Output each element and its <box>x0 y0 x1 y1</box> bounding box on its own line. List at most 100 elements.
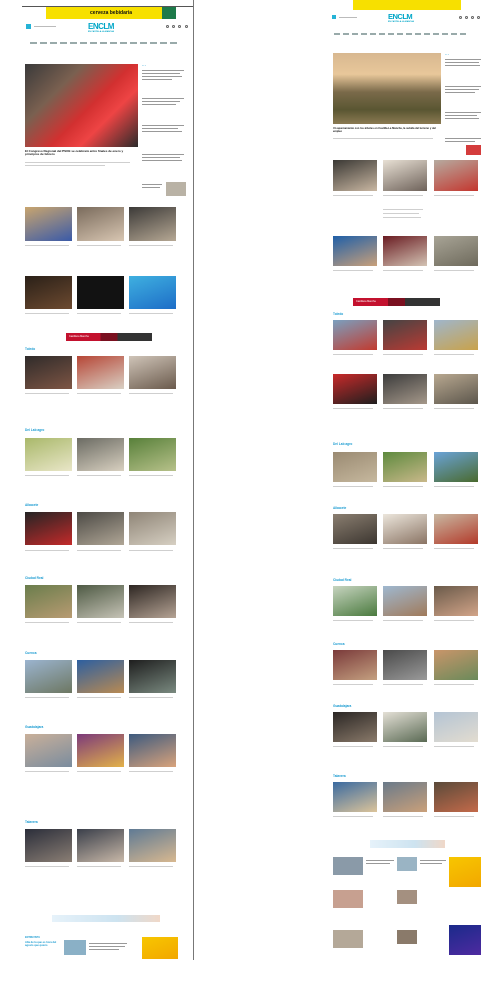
news-thumb[interactable] <box>129 734 176 767</box>
news-title[interactable] <box>383 548 423 549</box>
facebook-icon[interactable] <box>459 16 462 19</box>
news-thumb[interactable] <box>129 660 176 693</box>
promo-banner[interactable]: Castilla-la Mancha <box>66 333 152 341</box>
news-title[interactable] <box>333 195 373 196</box>
news-title[interactable] <box>129 245 173 246</box>
news-thumb[interactable] <box>434 374 478 404</box>
section-title-toledo[interactable]: Toledo <box>333 312 343 316</box>
news-title[interactable] <box>25 771 69 772</box>
news-thumb[interactable] <box>129 356 176 389</box>
instagram-icon[interactable] <box>471 16 474 19</box>
news-title[interactable] <box>383 816 423 817</box>
news-thumb[interactable] <box>77 207 124 241</box>
news-title[interactable] <box>129 550 173 551</box>
news-thumb[interactable] <box>383 320 427 350</box>
instagram-icon[interactable] <box>178 25 181 28</box>
news-thumb[interactable] <box>383 452 427 482</box>
site-logo[interactable]: ENCLM EN CASTILLA-LA MANCHA <box>388 12 414 23</box>
news-thumb[interactable] <box>434 514 478 544</box>
bottom-ad-2[interactable] <box>449 925 481 955</box>
news-title[interactable] <box>77 866 121 867</box>
news-title[interactable] <box>25 475 69 476</box>
bottom-thumb[interactable] <box>333 890 363 908</box>
section-title-albacete[interactable]: Albacete <box>25 503 38 507</box>
news-thumb[interactable] <box>25 660 72 693</box>
side-headline-1[interactable]: ▪ ▪ ▪ <box>445 53 481 57</box>
news-title[interactable] <box>434 816 474 817</box>
bottom-thumb[interactable] <box>397 890 417 904</box>
news-title[interactable] <box>77 550 121 551</box>
news-title[interactable] <box>25 866 69 867</box>
news-title[interactable] <box>333 816 373 817</box>
ad-strip[interactable] <box>52 915 160 922</box>
news-title[interactable] <box>333 684 373 685</box>
news-thumb[interactable] <box>129 829 176 862</box>
news-thumb[interactable] <box>25 585 72 618</box>
news-title[interactable] <box>333 548 373 549</box>
section-title-albacete[interactable]: Albacete <box>333 506 346 510</box>
section-title-talavera[interactable]: Talavera <box>333 774 346 778</box>
bottom-headline[interactable]: Alta de la que es hora del agosto que qu… <box>25 941 61 955</box>
news-thumb[interactable] <box>129 438 176 471</box>
news-title[interactable] <box>383 408 423 409</box>
news-thumb[interactable] <box>434 320 478 350</box>
news-thumb[interactable] <box>25 438 72 471</box>
ad-banner-top-right[interactable] <box>353 0 461 10</box>
bottom-thumb[interactable] <box>333 930 363 948</box>
news-title[interactable] <box>434 486 474 487</box>
news-thumb[interactable] <box>383 712 427 742</box>
search-icon[interactable] <box>185 25 188 28</box>
news-thumb[interactable] <box>129 585 176 618</box>
news-thumb[interactable] <box>333 374 377 404</box>
news-list[interactable] <box>383 213 419 214</box>
news-thumb[interactable] <box>77 356 124 389</box>
news-title[interactable] <box>434 620 474 621</box>
news-title[interactable] <box>25 393 69 394</box>
news-thumb[interactable] <box>77 585 124 618</box>
news-thumb[interactable] <box>333 650 377 680</box>
news-thumb[interactable] <box>383 650 427 680</box>
news-thumb[interactable] <box>333 782 377 812</box>
news-title[interactable] <box>25 697 69 698</box>
news-thumb[interactable] <box>25 207 72 241</box>
ad-banner-top[interactable]: cerveza bebidaria <box>46 7 176 19</box>
promo-banner[interactable]: Castilla-la Mancha <box>353 298 440 306</box>
section-title-agro[interactable]: Del Lab agro <box>333 442 352 446</box>
news-title[interactable] <box>77 313 121 314</box>
news-thumb[interactable] <box>383 586 427 616</box>
side-headline-1[interactable]: ▪ ▪ ▪ <box>142 64 182 68</box>
news-thumb[interactable] <box>434 712 478 742</box>
news-thumb[interactable] <box>383 374 427 404</box>
news-title[interactable] <box>77 697 121 698</box>
news-list[interactable] <box>383 209 423 210</box>
ad-strip[interactable] <box>370 840 445 848</box>
news-thumb[interactable] <box>129 512 176 545</box>
news-title[interactable] <box>77 475 121 476</box>
news-title[interactable] <box>333 354 373 355</box>
news-title[interactable] <box>434 354 474 355</box>
news-title[interactable] <box>383 195 423 196</box>
news-thumb[interactable] <box>383 514 427 544</box>
news-title[interactable] <box>129 866 173 867</box>
news-thumb[interactable] <box>25 829 72 862</box>
news-thumb[interactable] <box>77 512 124 545</box>
news-thumb[interactable] <box>434 452 478 482</box>
news-title[interactable] <box>129 771 173 772</box>
section-title-cuenca[interactable]: Cuenca <box>25 651 37 655</box>
news-title[interactable] <box>434 270 474 271</box>
twitter-icon[interactable] <box>172 25 175 28</box>
news-thumb[interactable] <box>333 586 377 616</box>
side-thumb[interactable] <box>466 145 481 155</box>
news-title[interactable] <box>25 622 69 623</box>
news-thumb[interactable] <box>434 236 478 266</box>
news-title[interactable] <box>434 195 474 196</box>
news-thumb[interactable] <box>333 514 377 544</box>
news-title[interactable] <box>129 393 173 394</box>
search-icon[interactable] <box>477 16 480 19</box>
news-thumb[interactable] <box>383 782 427 812</box>
news-thumb[interactable] <box>129 207 176 241</box>
menu-icon[interactable] <box>332 15 336 19</box>
bottom-thumb[interactable] <box>64 940 86 955</box>
news-title[interactable] <box>383 486 423 487</box>
news-thumb[interactable] <box>25 512 72 545</box>
